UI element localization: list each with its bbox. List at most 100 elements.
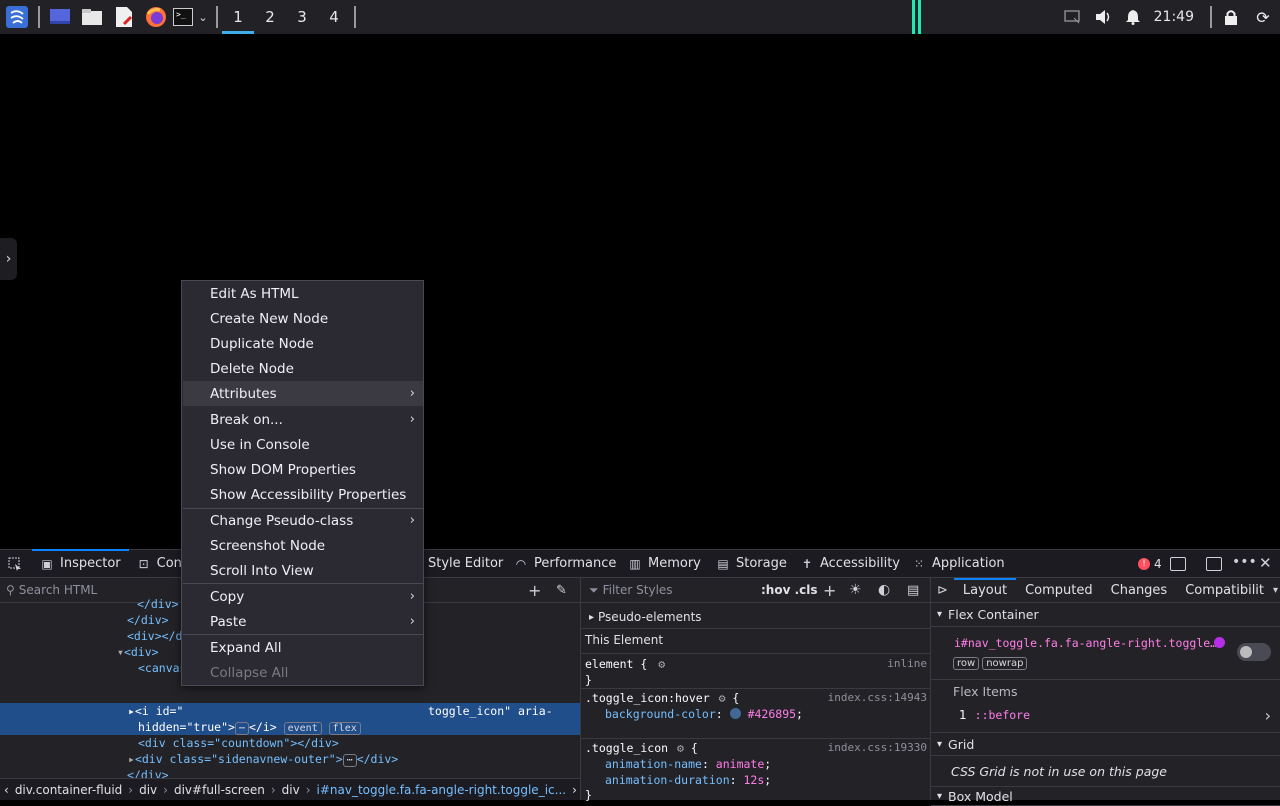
tab-layout[interactable]: Layout	[953, 577, 1017, 603]
markup-line[interactable]: <canvas	[138, 660, 186, 676]
expand-arrow-icon[interactable]: ▸	[128, 704, 135, 718]
rule-source[interactable]: inline	[887, 656, 927, 672]
pseudo-elements-section[interactable]: ▸ Pseudo-elements	[581, 608, 931, 626]
menu-item-copy[interactable]: Copy ›	[183, 584, 423, 609]
app-launcher-icon[interactable]	[0, 0, 34, 34]
markup-line[interactable]: ▾<div>	[117, 644, 159, 660]
text-editor-icon[interactable]	[108, 0, 140, 34]
menu-item-create-new-node[interactable]: Create New Node	[183, 306, 423, 331]
menu-item-delete-node[interactable]: Delete Node	[183, 356, 423, 381]
rule-source[interactable]: index.css:19330	[828, 740, 927, 756]
split-console-icon[interactable]	[1170, 557, 1186, 571]
menu-item-use-in-console[interactable]: Use in Console	[183, 432, 423, 457]
grid-header[interactable]: ▾ Grid	[931, 732, 1280, 756]
property-value[interactable]: animate	[716, 757, 764, 771]
flexbox-highlighter-toggle[interactable]	[1237, 643, 1271, 661]
breadcrumb-item[interactable]: div.container-fluid	[15, 783, 122, 797]
light-mode-icon[interactable]: ☀	[849, 582, 862, 598]
flex-item-row[interactable]: 1 ::before ›	[931, 703, 1280, 727]
rule-declaration[interactable]: animation-name: animate;	[581, 756, 931, 772]
menu-item-attributes[interactable]: Attributes ›	[183, 381, 423, 406]
tab-memory[interactable]: ▥ Memory	[620, 550, 709, 578]
gear-icon[interactable]: ⚙	[658, 657, 665, 671]
ellipsis-badge[interactable]: ⋯	[342, 754, 357, 767]
markup-line[interactable]: <div></d	[127, 628, 182, 644]
menu-item-edit-as-html[interactable]: Edit As HTML	[183, 281, 423, 306]
rule-source[interactable]: index.css:14943	[828, 690, 927, 706]
file-manager-icon[interactable]	[76, 0, 108, 34]
menu-item-change-pseudo-class[interactable]: Change Pseudo-class ›	[183, 508, 423, 533]
property-name[interactable]: background-color	[605, 707, 716, 721]
menu-item-expand-all[interactable]: Expand All	[183, 635, 423, 660]
property-name[interactable]: animation-name	[605, 757, 702, 771]
breadcrumb-item[interactable]: div	[282, 783, 300, 797]
chevron-down-icon[interactable]: ▾	[1273, 585, 1278, 596]
rule-selector[interactable]: .toggle_icon:hover	[585, 691, 710, 705]
sidebar-toggle-button[interactable]: ›	[0, 238, 17, 280]
property-value[interactable]: #426895	[748, 707, 796, 721]
tab-application[interactable]: ⁙ Application	[904, 550, 1013, 578]
flex-badge[interactable]: flex	[328, 722, 361, 735]
dark-mode-icon[interactable]: ◐	[878, 582, 890, 598]
menu-item-scroll-into-view[interactable]: Scroll Into View	[183, 558, 423, 583]
close-icon[interactable]: ✕	[1259, 554, 1272, 572]
add-node-icon[interactable]: +	[528, 581, 541, 600]
property-value[interactable]: 12s	[743, 773, 764, 787]
tab-performance[interactable]: ◠ Performance	[506, 550, 624, 578]
breadcrumb-item[interactable]: div#full-screen	[174, 783, 265, 797]
markup-line[interactable]: <div class="countdown"></div>	[138, 735, 339, 751]
chevron-down-icon[interactable]: ⌄	[194, 0, 212, 34]
eyedropper-icon[interactable]: ✎	[556, 583, 567, 598]
screen-icon[interactable]	[1056, 0, 1088, 34]
lock-icon[interactable]	[1216, 0, 1246, 34]
tab-inspector[interactable]: ▣ Inspector	[32, 548, 129, 578]
menu-item-show-accessibility-properties[interactable]: Show Accessibility Properties	[183, 482, 423, 507]
tab-changes[interactable]: Changes	[1102, 578, 1177, 603]
add-rule-icon[interactable]: +	[823, 581, 836, 600]
pick-element-icon[interactable]	[0, 550, 32, 578]
rule-declaration[interactable]: background-color: #426895;	[581, 706, 931, 722]
breadcrumb-next-icon[interactable]: ›	[572, 783, 577, 797]
filter-styles-input[interactable]: Filter Styles	[603, 583, 673, 597]
menu-item-paste[interactable]: Paste ›	[183, 609, 423, 634]
tab-accessibility[interactable]: ✝ Accessibility	[792, 550, 908, 578]
markup-line[interactable]: ▸<i id="	[128, 703, 183, 719]
markup-line[interactable]: ▸<div class="sidenavnew-outer"> ⋯ </div>	[128, 751, 398, 767]
firefox-icon[interactable]	[140, 0, 172, 34]
rule-declaration[interactable]: animation-duration: 12s;	[581, 772, 931, 788]
tab-storage[interactable]: ▤ Storage	[708, 550, 795, 578]
workspace-3[interactable]: 3	[286, 0, 318, 34]
tab-compatibility[interactable]: Compatibilit	[1176, 578, 1273, 603]
gear-icon[interactable]: ⚙	[719, 691, 726, 705]
markup-line[interactable]: hidden="true"> ⋯ </i> event flex	[138, 719, 361, 735]
toggle-sidebar-icon[interactable]: ⊳	[931, 583, 954, 598]
collapse-arrow-icon[interactable]: ▾	[117, 645, 124, 659]
search-input[interactable]: Search HTML	[19, 583, 97, 597]
event-badge[interactable]: event	[283, 722, 322, 735]
dock-icon[interactable]	[1206, 557, 1222, 571]
color-swatch[interactable]	[729, 708, 741, 719]
menu-item-break-on[interactable]: Break on... ›	[183, 407, 423, 432]
breadcrumb-item[interactable]: div	[139, 783, 157, 797]
menu-item-screenshot-node[interactable]: Screenshot Node	[183, 533, 423, 558]
breadcrumb-item[interactable]: i#nav_toggle.fa.fa-angle-right.toggle_ic…	[317, 783, 567, 797]
workspace-1[interactable]: 1	[222, 0, 254, 34]
markup-line[interactable]: </div>	[127, 612, 169, 628]
ellipsis-badge[interactable]: ⋯	[234, 722, 249, 735]
tab-style-editor[interactable]: Style Editor	[420, 550, 511, 578]
hov-cls-toggle[interactable]: :hov .cls	[761, 583, 818, 597]
flex-selector[interactable]: i#nav_toggle.fa.fa-angle-right.toggle…	[954, 636, 1217, 650]
highlight-color-swatch[interactable]	[1214, 637, 1225, 648]
property-name[interactable]: animation-duration	[605, 773, 730, 787]
gear-icon[interactable]: ⚙	[677, 741, 684, 755]
more-options-icon[interactable]: •••	[1232, 554, 1257, 570]
volume-icon[interactable]	[1088, 0, 1120, 34]
flex-container-header[interactable]: ▾ Flex Container	[931, 603, 1280, 627]
workspace-4[interactable]: 4	[318, 0, 350, 34]
error-counter[interactable]: ! 4	[1138, 550, 1162, 578]
menu-item-duplicate-node[interactable]: Duplicate Node	[183, 331, 423, 356]
expand-arrow-icon[interactable]: ▸	[128, 752, 135, 766]
menu-item-show-dom-properties[interactable]: Show DOM Properties	[183, 457, 423, 482]
markup-line[interactable]: </div>	[137, 596, 179, 612]
box-model-header[interactable]: ▾ Box Model	[931, 786, 1280, 806]
